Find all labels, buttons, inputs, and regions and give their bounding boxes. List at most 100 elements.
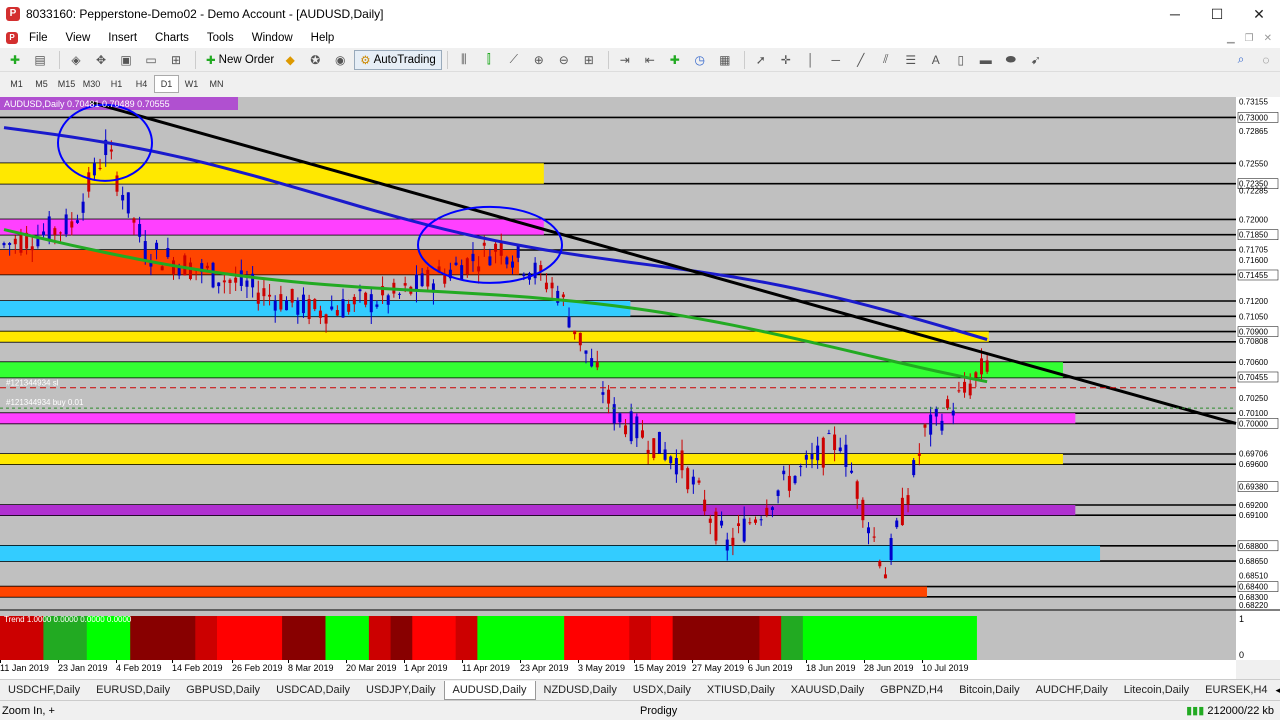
indicator-bar xyxy=(455,616,478,660)
price-scale-label: 0.72285 xyxy=(1239,186,1268,195)
line-chart-icon[interactable]: ⟋ xyxy=(503,50,525,70)
candle-body xyxy=(465,258,469,275)
price-chart[interactable]: AUDUSD,Daily 0.70481 0.70489 0.70555 #121… xyxy=(0,97,1280,660)
rectangle-icon[interactable]: ▬ xyxy=(975,50,997,70)
price-scale-label: 0.69100 xyxy=(1239,511,1268,520)
mdi-minimize-icon[interactable]: ▁ xyxy=(1227,33,1235,44)
symbol-tab[interactable]: AUDUSD,Daily xyxy=(443,680,536,700)
menu-window[interactable]: Window xyxy=(243,32,302,44)
symbol-tab[interactable]: Bitcoin,Daily xyxy=(951,681,1028,700)
ellipse-icon[interactable]: ⬬ xyxy=(1000,50,1022,70)
price-scale-label: 0.70600 xyxy=(1239,358,1268,367)
fibonacci-icon[interactable]: ☰ xyxy=(900,50,922,70)
chart-window[interactable]: AUDUSD,Daily 0.70481 0.70489 0.70555 #121… xyxy=(0,97,1280,660)
timeframe-m1[interactable]: M1 xyxy=(4,75,29,93)
search-icon[interactable]: ⌕ xyxy=(1230,50,1252,70)
text-icon[interactable]: A xyxy=(925,50,947,70)
symbol-tab[interactable]: USDCAD,Daily xyxy=(268,681,358,700)
symbol-tab[interactable]: USDCHF,Daily xyxy=(0,681,88,700)
vertical-line-icon[interactable]: │ xyxy=(800,50,822,70)
navigator-icon[interactable]: ▣ xyxy=(115,50,137,70)
autotrading-button[interactable]: ⚙ AutoTrading xyxy=(354,49,442,70)
menu-tools[interactable]: Tools xyxy=(198,32,243,44)
profiles-icon[interactable]: ▤ xyxy=(29,50,51,70)
chart-shift-icon[interactable]: ⇤ xyxy=(639,50,661,70)
candle-body xyxy=(731,537,735,546)
text-label-icon[interactable]: ▯ xyxy=(950,50,972,70)
symbol-tab[interactable]: XAUUSD,Daily xyxy=(783,681,872,700)
candle-body xyxy=(680,450,684,471)
timeframe-h1[interactable]: H1 xyxy=(104,75,129,93)
timeframe-m30[interactable]: M30 xyxy=(79,75,104,93)
bar-chart-icon[interactable]: ⫼ xyxy=(453,50,475,70)
mdi-restore-icon[interactable]: ❐ xyxy=(1245,33,1254,44)
symbol-tab[interactable]: EURSEK,H4 xyxy=(1197,681,1275,700)
mdi-close-icon[interactable]: ✕ xyxy=(1264,33,1272,44)
horizontal-line-icon[interactable]: ─ xyxy=(825,50,847,70)
indicator-bar xyxy=(238,616,261,660)
templates-icon[interactable]: ▦ xyxy=(714,50,736,70)
candle-body xyxy=(821,437,825,468)
new-order-button[interactable]: ✚ New Order xyxy=(201,50,279,70)
equidistant-channel-icon[interactable]: ⫽ xyxy=(875,50,897,70)
menu-insert[interactable]: Insert xyxy=(99,32,146,44)
candle-body xyxy=(301,294,305,314)
tile-windows-icon[interactable]: ⊞ xyxy=(578,50,600,70)
symbol-tab[interactable]: USDJPY,Daily xyxy=(358,681,444,700)
timeframe-m5[interactable]: M5 xyxy=(29,75,54,93)
periods-icon[interactable]: ◷ xyxy=(689,50,711,70)
symbol-tab[interactable]: GBPNZD,H4 xyxy=(872,681,951,700)
symbol-tab[interactable]: GBPUSD,Daily xyxy=(178,681,268,700)
crosshair-icon[interactable]: ✛ xyxy=(775,50,797,70)
new-chart-icon[interactable]: ✚ xyxy=(4,50,26,70)
candle-body xyxy=(318,310,322,318)
symbol-tab[interactable]: USDX,Daily xyxy=(625,681,699,700)
candlestick-icon[interactable]: ⫿ xyxy=(478,50,500,70)
metaeditor-icon[interactable]: ◆ xyxy=(279,50,301,70)
candle-body xyxy=(70,221,74,228)
timeframe-h4[interactable]: H4 xyxy=(129,75,154,93)
chat-icon[interactable]: ◌ xyxy=(1255,50,1277,70)
signals-icon[interactable]: ✪ xyxy=(304,50,326,70)
candle-body xyxy=(234,277,238,283)
menu-charts[interactable]: Charts xyxy=(146,32,198,44)
minimize-button[interactable]: ─ xyxy=(1154,0,1196,28)
tab-left-icon[interactable]: ◀ xyxy=(1276,685,1280,696)
indicator-bar xyxy=(564,616,587,660)
date-tick-mark xyxy=(806,660,807,663)
zoom-in-icon[interactable]: ⊕ xyxy=(528,50,550,70)
timeframe-d1[interactable]: D1 xyxy=(154,75,179,93)
symbol-tab[interactable]: XTIUSD,Daily xyxy=(699,681,783,700)
candle-body xyxy=(934,408,938,417)
close-button[interactable]: ✕ xyxy=(1238,0,1280,28)
menu-view[interactable]: View xyxy=(57,32,100,44)
strategy-tester-icon[interactable]: ⊞ xyxy=(165,50,187,70)
menu-help[interactable]: Help xyxy=(302,32,344,44)
zoom-out-icon[interactable]: ⊖ xyxy=(553,50,575,70)
cursor-icon[interactable]: ➚ xyxy=(750,50,772,70)
terminal-icon[interactable]: ▭ xyxy=(140,50,162,70)
maximize-button[interactable]: ☐ xyxy=(1196,0,1238,28)
symbol-tab[interactable]: EURUSD,Daily xyxy=(88,681,178,700)
indicator-bar xyxy=(303,616,326,660)
indicators-icon[interactable]: ✚ xyxy=(664,50,686,70)
timeframe-bar: M1 M5 M15 M30 H1 H4 D1 W1 MN xyxy=(0,72,1280,96)
data-window-icon[interactable]: ✥ xyxy=(90,50,112,70)
symbol-tab[interactable]: NZDUSD,Daily xyxy=(536,681,625,700)
candle-body xyxy=(974,372,978,378)
symbol-tab[interactable]: AUDCHF,Daily xyxy=(1028,681,1116,700)
candle-body xyxy=(92,163,96,176)
symbol-tab[interactable]: Litecoin,Daily xyxy=(1116,681,1197,700)
timeframe-w1[interactable]: W1 xyxy=(179,75,204,93)
market-icon[interactable]: ◉ xyxy=(329,50,351,70)
price-scale-label: 0.72550 xyxy=(1239,159,1268,168)
market-watch-icon[interactable]: ◈ xyxy=(65,50,87,70)
trendline-icon[interactable]: ╱ xyxy=(850,50,872,70)
timeframe-mn[interactable]: MN xyxy=(204,75,229,93)
price-scale-label: 0.70900 xyxy=(1239,328,1268,337)
arrows-icon[interactable]: ➹ xyxy=(1025,50,1047,70)
timeframe-m15[interactable]: M15 xyxy=(54,75,79,93)
date-tick-mark xyxy=(634,660,635,663)
auto-scroll-icon[interactable]: ⇥ xyxy=(614,50,636,70)
menu-file[interactable]: File xyxy=(20,32,57,44)
